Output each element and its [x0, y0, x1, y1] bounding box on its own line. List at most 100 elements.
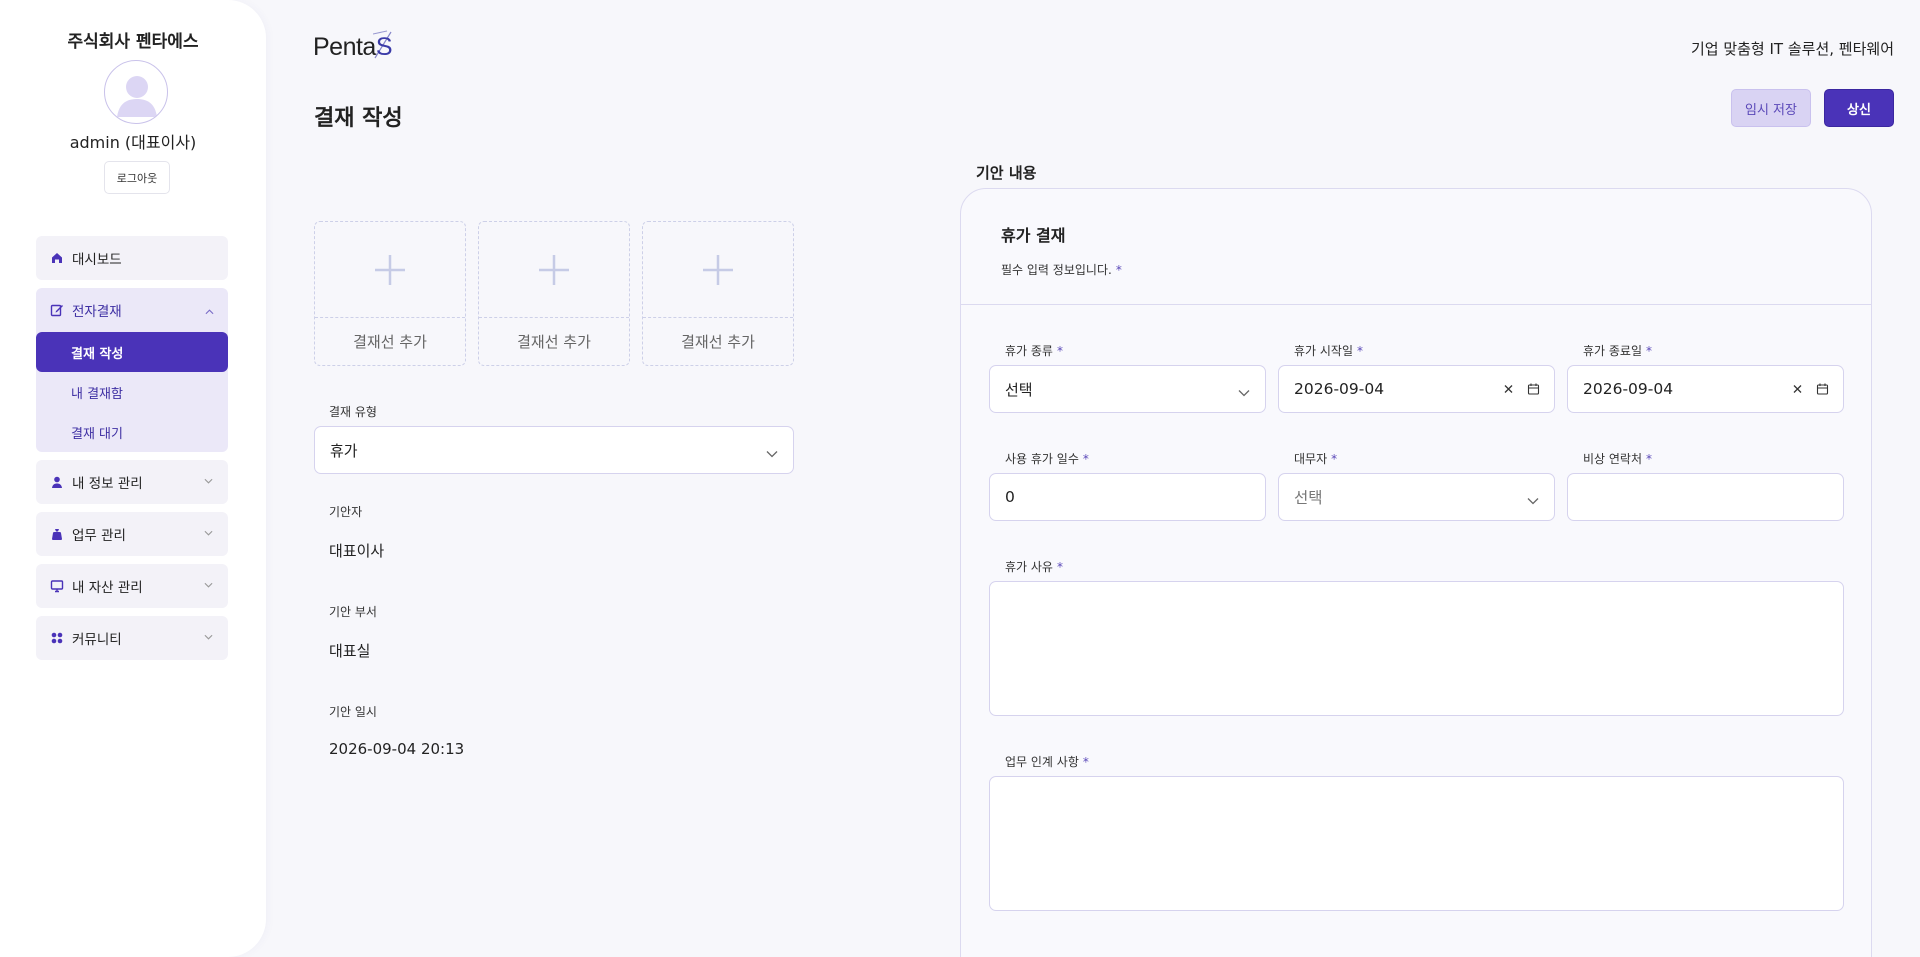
chevron-down-icon [204, 578, 214, 592]
handover-label: 업무 인계 사항 * [1005, 753, 1089, 770]
required-mark: * [1331, 452, 1338, 466]
logout-button[interactable]: 로그아웃 [104, 161, 170, 194]
chevron-down-icon [765, 445, 779, 458]
edit-icon [50, 303, 64, 317]
substitute-select[interactable]: 선택 [1278, 473, 1555, 521]
required-note: 필수 입력 정보입니다. * [1001, 261, 1122, 278]
start-date-label-text: 휴가 시작일 [1294, 344, 1354, 358]
sidebar-subitem-write[interactable]: 결재 작성 [36, 332, 228, 372]
handover-textarea[interactable] [989, 776, 1844, 911]
chevron-down-icon [1237, 384, 1251, 397]
home-icon [50, 251, 64, 265]
sidebar-item-label: 전자결재 [72, 304, 122, 320]
approval-type-value: 휴가 [330, 441, 358, 460]
sidebar-item-label: 대시보드 [72, 252, 122, 268]
plus-icon [643, 222, 793, 318]
required-mark: * [1082, 755, 1089, 769]
calendar-icon[interactable] [1816, 383, 1829, 396]
sidebar-item-label: 내 자산 관리 [72, 580, 143, 596]
card-title: 휴가 결재 [1001, 226, 1066, 245]
end-date-label-text: 휴가 종료일 [1583, 344, 1643, 358]
substitute-value: 선택 [1294, 489, 1323, 507]
pentas-logo: Penta S [313, 28, 393, 66]
approval-type-select[interactable]: 휴가 [314, 426, 794, 474]
required-mark: * [1646, 452, 1653, 466]
sidebar-item-approval[interactable]: 전자결재 [36, 288, 228, 332]
leave-type-label-text: 휴가 종류 [1005, 344, 1053, 358]
leave-type-select[interactable]: 선택 [989, 365, 1266, 413]
required-mark: * [1082, 452, 1089, 466]
sidebar-item-dashboard[interactable]: 대시보드 [36, 236, 228, 280]
substitute-label-text: 대무자 [1294, 452, 1328, 466]
approver-add-box[interactable]: 결재선 추가 [314, 221, 466, 366]
sidebar-item-community[interactable]: 커뮤니티 [36, 616, 228, 660]
chevron-down-icon [1526, 492, 1540, 505]
sidebar-group-approval: 전자결재 결재 작성 내 결재함 결재 대기 [36, 288, 228, 452]
avatar [104, 60, 168, 124]
approver-add-label: 결재선 추가 [479, 317, 629, 365]
days-input[interactable]: 0 [989, 473, 1266, 521]
leave-type-label: 휴가 종류 * [1005, 342, 1063, 359]
username: admin (대표이사) [69, 133, 197, 152]
days-value: 0 [1005, 488, 1015, 506]
clear-icon[interactable] [1502, 383, 1515, 396]
sidebar: 주식회사 펜타에스 admin (대표이사) 로그아웃 대시보드 전자결재 결재… [0, 0, 266, 957]
handover-label-text: 업무 인계 사항 [1005, 755, 1079, 769]
person-icon [50, 475, 64, 489]
end-date-value: 2026-09-04 [1583, 380, 1674, 398]
chevron-down-icon [204, 630, 214, 644]
reason-label: 휴가 사유 * [1005, 558, 1063, 575]
calendar-icon[interactable] [1527, 383, 1540, 396]
chevron-up-icon [205, 303, 214, 319]
required-mark: * [1357, 344, 1364, 358]
reason-textarea[interactable] [989, 581, 1844, 716]
sidebar-item-label: 커뮤니티 [72, 632, 122, 648]
approver-add-box[interactable]: 결재선 추가 [478, 221, 630, 366]
end-date-picker[interactable]: 2026-09-04 [1567, 365, 1844, 413]
sidebar-subitem-pending[interactable]: 결재 대기 [36, 412, 228, 452]
page-title: 결재 작성 [314, 106, 403, 131]
approver-add-box[interactable]: 결재선 추가 [642, 221, 794, 366]
leave-type-value: 선택 [1005, 380, 1033, 399]
sidebar-item-work[interactable]: 업무 관리 [36, 512, 228, 556]
monitor-icon [50, 579, 64, 593]
start-date-label: 휴가 시작일 * [1294, 342, 1363, 359]
date-value: 2026-09-04 20:13 [329, 740, 465, 758]
required-mark: * [1056, 344, 1063, 358]
days-label-text: 사용 휴가 일수 [1005, 452, 1079, 466]
sidebar-item-label: 내 정보 관리 [72, 476, 143, 492]
date-picker-icons [1502, 383, 1540, 396]
contact-label-text: 비상 연락처 [1583, 452, 1643, 466]
approver-add-label: 결재선 추가 [315, 317, 465, 365]
substitute-label: 대무자 * [1294, 450, 1337, 467]
sidebar-item-my-info[interactable]: 내 정보 관리 [36, 460, 228, 504]
logo-mark-icon [372, 30, 392, 59]
start-date-value: 2026-09-04 [1294, 380, 1385, 398]
emergency-contact-input[interactable] [1567, 473, 1844, 521]
sidebar-item-label: 업무 관리 [72, 528, 126, 544]
date-label: 기안 일시 [329, 705, 377, 719]
approval-type-label: 결재 유형 [329, 405, 377, 419]
days-label: 사용 휴가 일수 * [1005, 450, 1089, 467]
contact-label: 비상 연락처 * [1583, 450, 1652, 467]
required-mark: * [1056, 560, 1063, 574]
sidebar-subitem-my-box[interactable]: 내 결재함 [36, 372, 228, 412]
required-mark: * [1115, 263, 1122, 277]
submit-button[interactable]: 상신 [1824, 89, 1894, 127]
plus-icon [479, 222, 629, 318]
dept-label: 기안 부서 [329, 605, 377, 619]
required-mark: * [1646, 344, 1653, 358]
company-name: 주식회사 펜타에스 [67, 32, 199, 52]
user-avatar-icon [117, 76, 157, 117]
chevron-down-icon [204, 474, 214, 488]
clear-icon[interactable] [1791, 383, 1804, 396]
date-picker-icons [1791, 383, 1829, 396]
logo-text: Penta [313, 32, 376, 61]
sidebar-item-assets[interactable]: 내 자산 관리 [36, 564, 228, 608]
start-date-picker[interactable]: 2026-09-04 [1278, 365, 1555, 413]
bag-icon [50, 527, 64, 541]
temp-save-button[interactable]: 임시 저장 [1731, 89, 1811, 127]
community-icon [50, 631, 64, 645]
reason-label-text: 휴가 사유 [1005, 560, 1053, 574]
plus-icon [315, 222, 465, 318]
